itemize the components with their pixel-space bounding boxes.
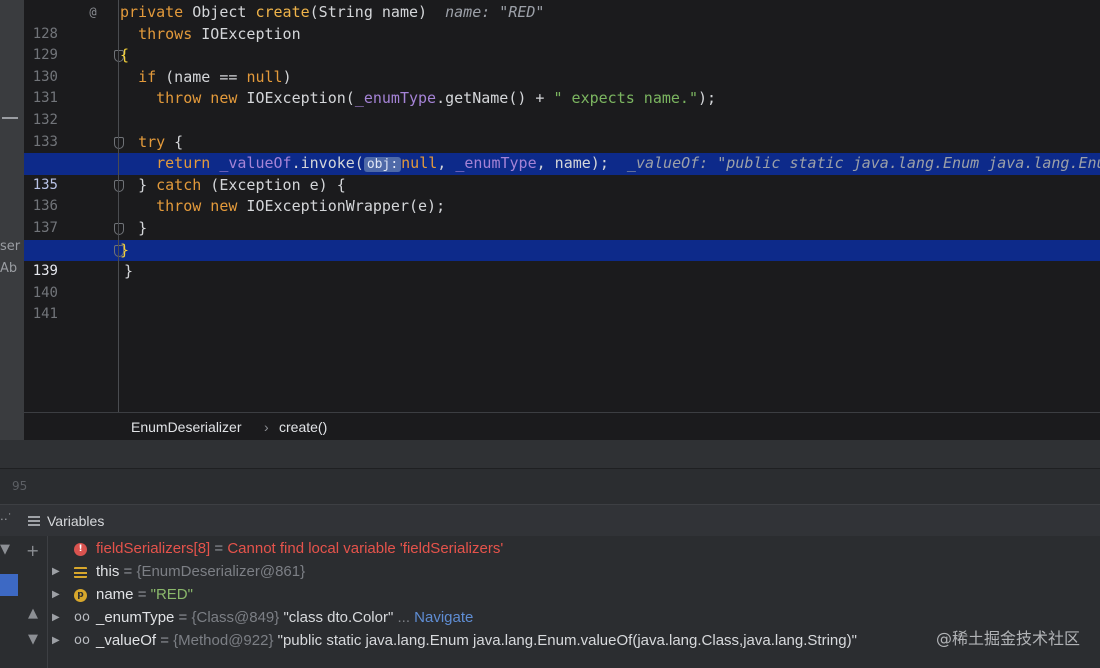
selected-frame-marker[interactable]	[0, 574, 18, 596]
left-tool-strip: ser Ab	[0, 0, 24, 440]
inline-debug-value: name: "RED"	[427, 3, 545, 21]
code-line[interactable]: 129 throws IOException	[24, 24, 1100, 64]
parameter-hint: obj:	[363, 157, 402, 173]
variables-header: ∙·˙ Variables	[0, 504, 1100, 536]
navigate-link[interactable]: Navigate	[414, 609, 473, 626]
debug-side-toolbar: ▼ + ▲ ▼	[0, 536, 48, 668]
expand-arrow-icon[interactable]: ▶	[52, 584, 64, 606]
code-text: try {	[138, 132, 184, 151]
variables-title: Variables	[47, 513, 105, 529]
variable-value: "class dto.Color"	[279, 609, 394, 626]
parameter-icon: p	[74, 589, 87, 602]
watermark: @稀土掘金技术社区	[935, 629, 1080, 648]
variable-ref: {EnumDeserializer@861}	[136, 563, 306, 580]
code-line[interactable]: 132 throw new IOException(_enumType.getN…	[24, 88, 1100, 128]
code-line[interactable]: 136 } catch (Exception e) {	[24, 175, 1100, 215]
variables-panel: ▼ + ▲ ▼ ! fieldSerializers[8] = Cannot f…	[0, 536, 1100, 668]
code-text: private Object create(String name) name:…	[120, 3, 545, 21]
code-line[interactable]: 128 @ private Object create(String name)…	[24, 2, 1100, 42]
expand-arrow-icon[interactable]: ▶	[52, 607, 64, 629]
code-text: throw new IOException(_enumType.getName(…	[156, 89, 717, 108]
add-watch-icon[interactable]: +	[26, 541, 39, 560]
variable-value: "RED"	[150, 586, 193, 603]
variable-name: fieldSerializers[8]	[96, 540, 211, 557]
field-icon: oo	[74, 610, 90, 625]
line-number: 141	[32, 306, 58, 323]
execution-line[interactable]: 135 return _valueOf.invoke(obj: null, _en…	[24, 153, 1100, 193]
override-marker-icon[interactable]: @	[86, 2, 100, 24]
expand-arrow-icon[interactable]: ▶	[52, 630, 64, 652]
variable-name: _enumType	[96, 609, 175, 626]
object-icon	[74, 567, 87, 578]
gutter-divider	[118, 0, 119, 412]
variable-value: "public static java.lang.Enum java.lang.…	[273, 632, 857, 649]
inline-debug-value: _valueOf: "public static java.lang.Enum …	[626, 154, 1100, 173]
scroll-up-icon[interactable]: ▲	[28, 606, 38, 621]
variable-ref: {Class@849}	[191, 609, 280, 626]
variable-name: name	[96, 586, 134, 603]
code-text: throw new IOExceptionWrapper(e);	[156, 197, 446, 216]
breadcrumb-method[interactable]: create()	[279, 419, 327, 435]
code-line[interactable]: 138 }	[24, 218, 1100, 258]
expand-arrow-icon[interactable]: ▶	[52, 561, 64, 583]
code-text: return _valueOf.invoke(obj: null, _enumTy…	[120, 153, 1100, 176]
code-editor[interactable]: 128 @ private Object create(String name)…	[0, 0, 1100, 412]
strip-label: Ab	[0, 261, 18, 276]
caret-line[interactable]: 139 }	[24, 239, 1100, 279]
filter-icon[interactable]: ▼	[0, 542, 10, 557]
scroll-down-icon[interactable]: ▼	[28, 632, 38, 647]
code-line[interactable]: 134 try {	[24, 132, 1100, 172]
variable-name: _valueOf	[96, 632, 157, 649]
code-line[interactable]: 133	[24, 110, 1100, 150]
error-icon: !	[74, 543, 87, 556]
code-line[interactable]: 140 }	[24, 261, 1100, 301]
code-text: } catch (Exception e) {	[138, 175, 346, 194]
tab-marker[interactable]: 95	[12, 479, 27, 493]
variable-name: this	[96, 563, 120, 580]
strip-marker	[2, 117, 18, 119]
code-text: if (name == null)	[138, 67, 292, 86]
breadcrumb: EnumDeserializer › create()	[24, 412, 1100, 440]
field-icon: oo	[74, 633, 90, 648]
code-text: }	[138, 218, 148, 237]
code-text: {	[120, 46, 130, 65]
code-text: }	[120, 240, 130, 259]
code-line[interactable]: 141	[24, 283, 1100, 322]
code-lines: 128 @ private Object create(String name)…	[24, 2, 1100, 322]
code-line[interactable]: 131 if (name == null)	[24, 67, 1100, 107]
code-line[interactable]: 137 throw new IOExceptionWrapper(e);	[24, 196, 1100, 236]
code-text: throws IOException	[138, 24, 301, 43]
code-text: }	[124, 262, 134, 281]
code-line[interactable]: 130 {	[24, 45, 1100, 85]
debug-tool-tabs: 95	[0, 468, 1100, 504]
breadcrumb-class[interactable]: EnumDeserializer	[131, 419, 241, 435]
list-icon	[28, 516, 40, 526]
strip-label: ser	[0, 239, 21, 254]
variable-ref: {Method@922}	[173, 632, 274, 649]
breadcrumb-separator: ›	[264, 419, 269, 435]
layout-options-icon[interactable]: ∙·˙	[0, 511, 12, 526]
variable-value: Cannot find local variable 'fieldSeriali…	[227, 540, 504, 557]
panel-spacer	[0, 440, 1100, 468]
